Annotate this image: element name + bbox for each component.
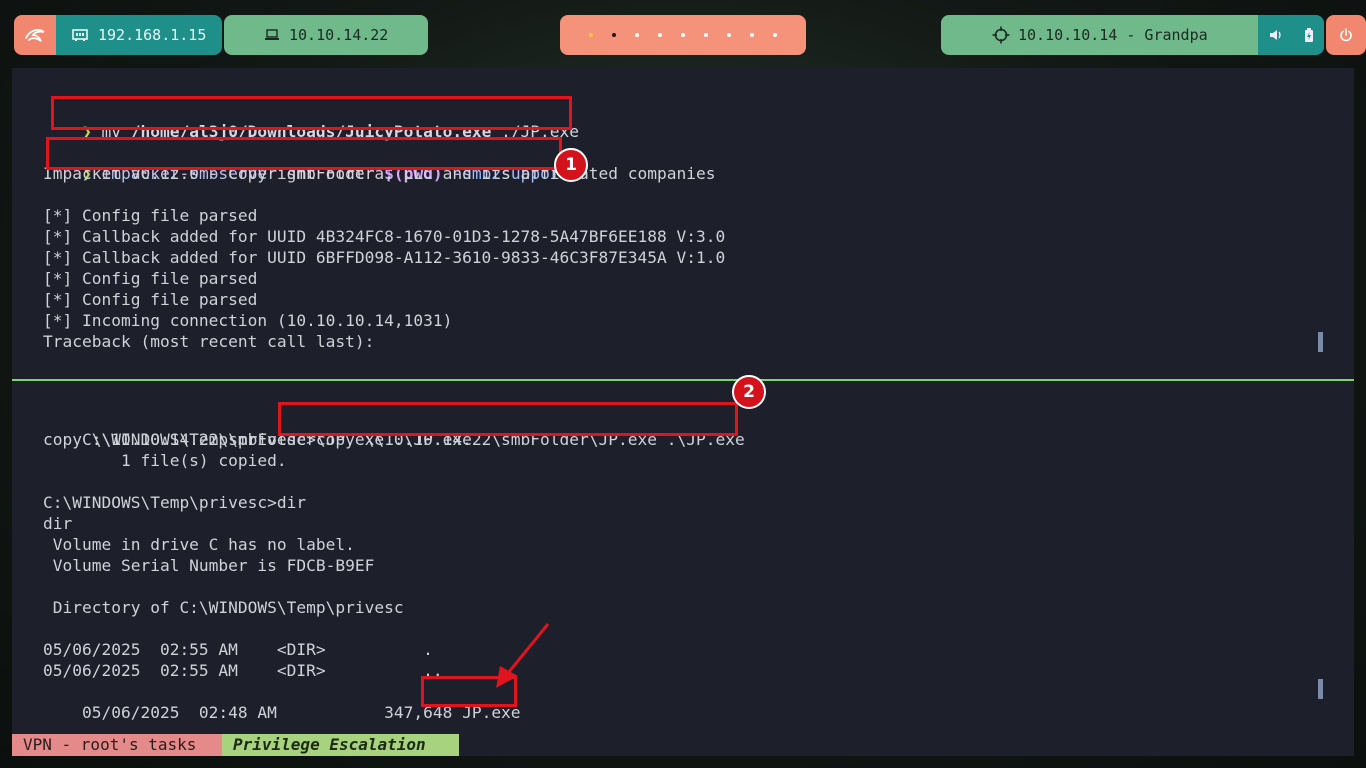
workspace-switcher[interactable] xyxy=(560,15,806,55)
output-line: Traceback (most recent call last): xyxy=(43,332,375,351)
workspace-3[interactable] xyxy=(635,33,639,37)
highlight-copy-command xyxy=(278,402,738,436)
power-button[interactable] xyxy=(1326,15,1366,55)
bottom-pane-scrollbar[interactable] xyxy=(1318,679,1323,699)
output-line: [*] Callback added for UUID 4B324FC8-167… xyxy=(43,227,726,246)
tab-separator xyxy=(448,734,458,756)
output-line: Volume Serial Number is FDCB-B9EF xyxy=(43,556,375,575)
local-ip-indicator[interactable]: 192.168.1.15 xyxy=(56,15,222,55)
vpn-ip-text: 10.10.14.22 xyxy=(289,26,389,44)
step-badge-1: 1 xyxy=(554,148,588,182)
highlight-mv-command xyxy=(51,96,572,130)
volume-icon[interactable] xyxy=(1269,29,1283,41)
step-badge-2: 2 xyxy=(732,375,766,409)
workspace-5[interactable] xyxy=(681,33,685,37)
kali-logo-button[interactable] xyxy=(14,15,56,55)
output-line: dir xyxy=(43,514,73,533)
local-ip-text: 192.168.1.15 xyxy=(98,26,207,44)
workspace-1[interactable] xyxy=(589,33,593,37)
system-tray[interactable] xyxy=(1258,15,1324,55)
highlight-smbserver-command xyxy=(46,137,562,170)
output-line: C:\WINDOWS\Temp\privesc>dir xyxy=(43,493,307,512)
crosshair-icon xyxy=(992,26,1010,44)
status-tab-privesc[interactable]: Privilege Escalation xyxy=(222,734,459,756)
network-card-icon xyxy=(72,29,88,41)
output-line: [*] Config file parsed xyxy=(43,290,258,309)
power-icon xyxy=(1340,28,1352,42)
dir-entry: 05/06/2025 02:55 AM <DIR> . xyxy=(43,640,433,659)
vpn-ip-indicator[interactable]: 10.10.14.22 xyxy=(224,15,428,55)
output-line: Directory of C:\WINDOWS\Temp\privesc xyxy=(43,598,404,617)
target-text: 10.10.10.14 - Grandpa xyxy=(1018,26,1208,44)
workspace-4[interactable] xyxy=(658,33,662,37)
output-line: [*] Config file parsed xyxy=(43,269,258,288)
output-line: [*] Incoming connection (10.10.10.14,103… xyxy=(43,311,453,330)
status-tab-vpn[interactable]: VPN - root's tasks xyxy=(12,734,223,756)
workspace-6[interactable] xyxy=(704,33,708,37)
target-indicator[interactable]: 10.10.10.14 - Grandpa xyxy=(941,15,1258,55)
red-arrow-icon xyxy=(496,623,550,688)
pane-divider[interactable] xyxy=(12,379,1354,381)
output-line: 1 file(s) copied. xyxy=(43,451,287,470)
output-line: Volume in drive C has no label. xyxy=(43,535,355,554)
output-line: [*] Callback added for UUID 6BFFD098-A11… xyxy=(43,248,726,267)
workspace-2[interactable] xyxy=(612,33,616,37)
top-pane-scrollbar[interactable] xyxy=(1318,332,1323,352)
workspace-7[interactable] xyxy=(727,33,731,37)
dir-entry: 05/06/2025 02:55 AM <DIR> .. xyxy=(43,661,443,680)
kali-dragon-icon xyxy=(25,29,45,42)
dir-entry-meta: 05/06/2025 02:48 AM 347,648 xyxy=(81,703,463,722)
workspace-8[interactable] xyxy=(750,33,754,37)
laptop-icon xyxy=(265,29,279,40)
battery-icon[interactable] xyxy=(1304,28,1314,42)
output-line: [*] Config file parsed xyxy=(43,206,258,225)
workspace-9[interactable] xyxy=(773,33,777,37)
